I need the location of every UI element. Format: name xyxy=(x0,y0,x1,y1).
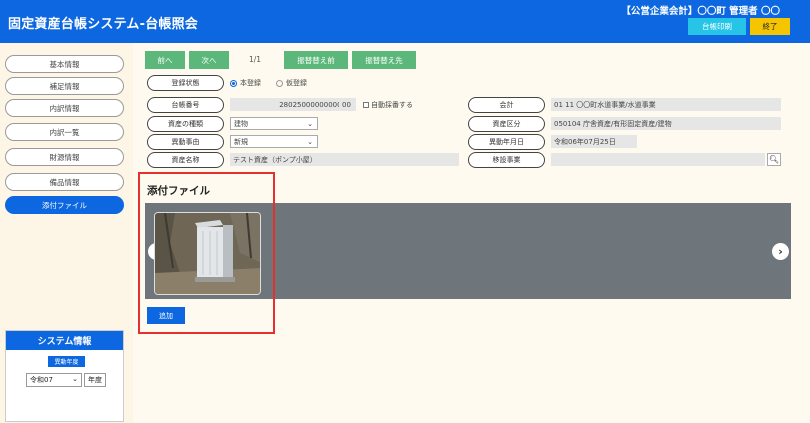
fiscal-year-unit: 年度 xyxy=(84,373,106,387)
asset-type-select[interactable]: 建物 ⌄ xyxy=(230,117,318,130)
sidebar-item-funding-info[interactable]: 財源情報 xyxy=(5,148,124,166)
search-icon[interactable]: 🔍︎ xyxy=(767,153,781,166)
app-title: 固定資産台帳システム-台帳照会 xyxy=(8,17,199,32)
checkbox-icon xyxy=(363,102,369,108)
system-info-title: システム情報 xyxy=(6,331,123,350)
ledger-number-field[interactable]: 2802500000000033- xyxy=(230,98,356,111)
next-button[interactable]: 次へ xyxy=(189,51,229,69)
ledger-number-label: 台帳番号 xyxy=(147,97,224,113)
chevron-right-icon[interactable]: › xyxy=(772,243,789,260)
fiscal-year-select[interactable]: 令和07 ⌄ xyxy=(26,373,82,387)
transfer-project-field[interactable] xyxy=(551,153,765,166)
user-info: 【公営企業会計】〇〇町 管理者 〇〇 xyxy=(621,6,780,17)
change-date-field[interactable]: 令和06年07月25日 xyxy=(551,135,637,148)
asset-category-label: 資産区分 xyxy=(468,116,545,132)
sidebar-item-attachments[interactable]: 添付ファイル xyxy=(5,196,124,214)
exit-button[interactable]: 終了 xyxy=(750,18,790,35)
asset-name-label: 資産名称 xyxy=(147,152,224,168)
accounting-field[interactable]: 01 11 〇〇町水道事業/水道事業 xyxy=(551,98,781,111)
page-indicator: 1/1 xyxy=(249,55,262,64)
attachment-highlight-box xyxy=(138,172,275,334)
chevron-down-icon: ⌄ xyxy=(307,119,313,128)
sidebar-item-basic-info[interactable]: 基本情報 xyxy=(5,55,124,73)
sidebar-item-breakdown-list[interactable]: 内訳一覧 xyxy=(5,123,124,141)
sidebar-item-breakdown-info[interactable]: 内訳情報 xyxy=(5,99,124,117)
chevron-down-icon: ⌄ xyxy=(307,137,313,146)
radio-unselected-icon xyxy=(276,79,283,87)
before-transfer-button[interactable]: 振替替え前 xyxy=(284,51,348,69)
app-header: 固定資産台帳システム-台帳照会 【公営企業会計】〇〇町 管理者 〇〇 台帳印刷 … xyxy=(0,0,810,43)
ledger-number-suffix[interactable]: 00 xyxy=(339,98,356,111)
system-info-panel: システム情報 異動年度 令和07 ⌄ 年度 xyxy=(5,330,124,422)
chevron-down-icon: ⌄ xyxy=(72,375,78,383)
asset-type-label: 資産の種類 xyxy=(147,116,224,132)
print-ledger-button[interactable]: 台帳印刷 xyxy=(688,18,746,35)
asset-category-field[interactable]: 050104 庁舎資産/有形固定資産/建物 xyxy=(551,117,781,130)
prev-button[interactable]: 前へ xyxy=(145,51,185,69)
asset-name-field[interactable]: テスト資産（ポンプ小屋） xyxy=(230,153,459,166)
radio-selected-icon xyxy=(230,79,237,87)
change-reason-select[interactable]: 新規 ⌄ xyxy=(230,135,318,148)
change-date-label: 異動年月日 xyxy=(468,134,545,150)
radio-final-registration[interactable]: 本登録 xyxy=(230,78,261,88)
fiscal-year-value: 令和07 xyxy=(30,376,53,384)
accounting-label: 会計 xyxy=(468,97,545,113)
registration-status-label: 登録状態 xyxy=(147,75,224,91)
change-reason-label: 異動事由 xyxy=(147,134,224,150)
after-transfer-button[interactable]: 振替替え先 xyxy=(352,51,416,69)
sidebar-item-equipment-info[interactable]: 備品情報 xyxy=(5,173,124,191)
auto-number-checkbox[interactable]: 自動採番する xyxy=(363,100,413,110)
fiscal-year-label: 異動年度 xyxy=(48,356,85,367)
radio-provisional-registration[interactable]: 仮登録 xyxy=(276,78,307,88)
transfer-project-label: 移設事業 xyxy=(468,152,545,168)
sidebar-item-supplementary-info[interactable]: 補足情報 xyxy=(5,77,124,95)
